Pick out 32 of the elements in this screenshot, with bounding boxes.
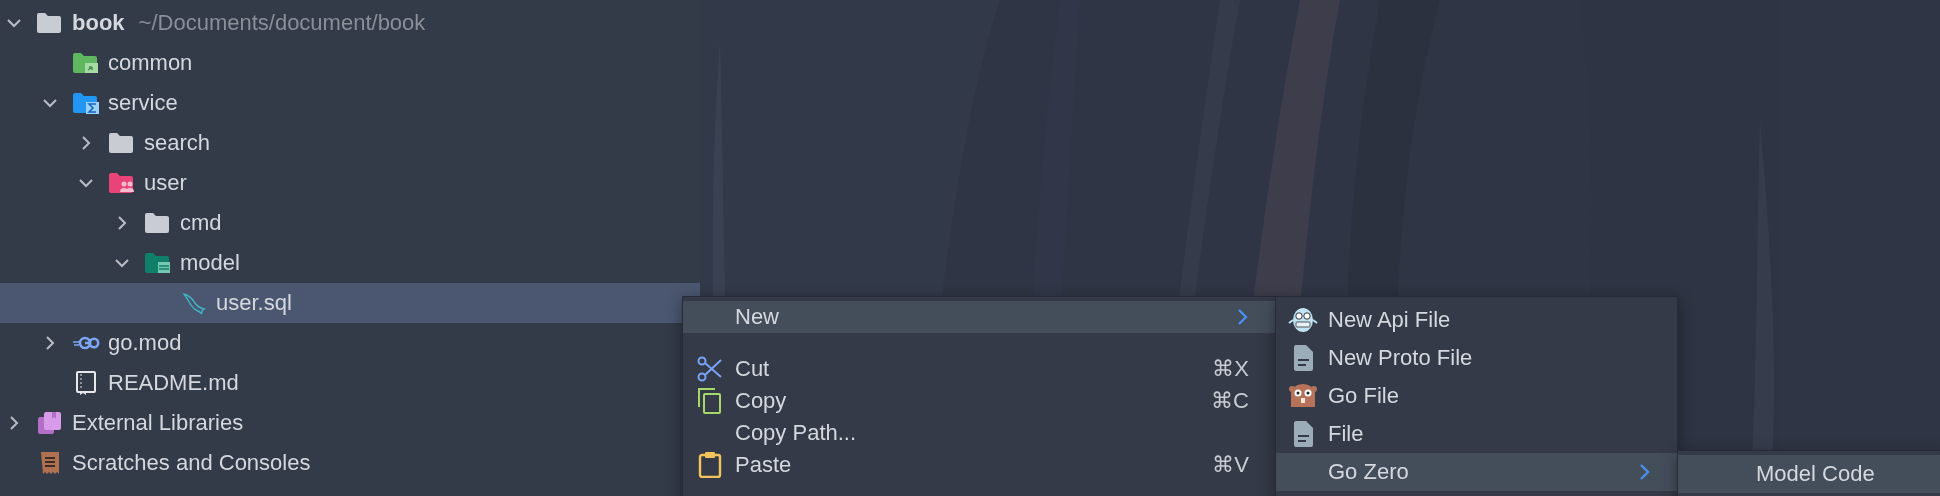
menu-item[interactable]: New xyxy=(683,301,1275,333)
scissors-icon xyxy=(697,356,723,382)
tree-row[interactable]: user.sql xyxy=(0,283,700,323)
menu-item[interactable]: Go File xyxy=(1276,377,1677,415)
menu-item[interactable]: Go Zero xyxy=(1276,453,1677,491)
tree-row[interactable]: service xyxy=(0,83,700,123)
tree-row[interactable]: search xyxy=(0,123,700,163)
document-icon xyxy=(1292,420,1314,448)
gopher-icon xyxy=(1287,383,1319,409)
tree-row[interactable]: user xyxy=(0,163,700,203)
tree-row[interactable]: cmd xyxy=(0,203,700,243)
folder-icon xyxy=(36,11,64,35)
folder-icon xyxy=(144,211,172,235)
dolphin-icon xyxy=(180,291,208,315)
mascot-icon xyxy=(1288,306,1318,334)
tree-row[interactable]: common xyxy=(0,43,700,83)
tree-row[interactable]: book ~/Documents/document/book xyxy=(0,3,700,43)
copy-icon xyxy=(697,387,723,415)
menu-item[interactable]: File xyxy=(1276,415,1677,453)
folder-icon xyxy=(108,131,136,155)
document-icon xyxy=(1292,344,1314,372)
clipboard-icon xyxy=(698,452,722,478)
folder-path: ~/Documents/document/book xyxy=(138,10,426,36)
folder-icon xyxy=(72,51,100,75)
menu-item[interactable]: New Proto File xyxy=(1276,339,1677,377)
folder-icon xyxy=(108,171,136,195)
library-icon xyxy=(36,411,64,435)
menu-item[interactable]: New Api File xyxy=(1276,301,1677,339)
folder-icon xyxy=(144,251,172,275)
folder-icon xyxy=(72,91,100,115)
tree-row[interactable]: model xyxy=(0,243,700,283)
menu-item[interactable]: Model Code xyxy=(1678,455,1940,493)
